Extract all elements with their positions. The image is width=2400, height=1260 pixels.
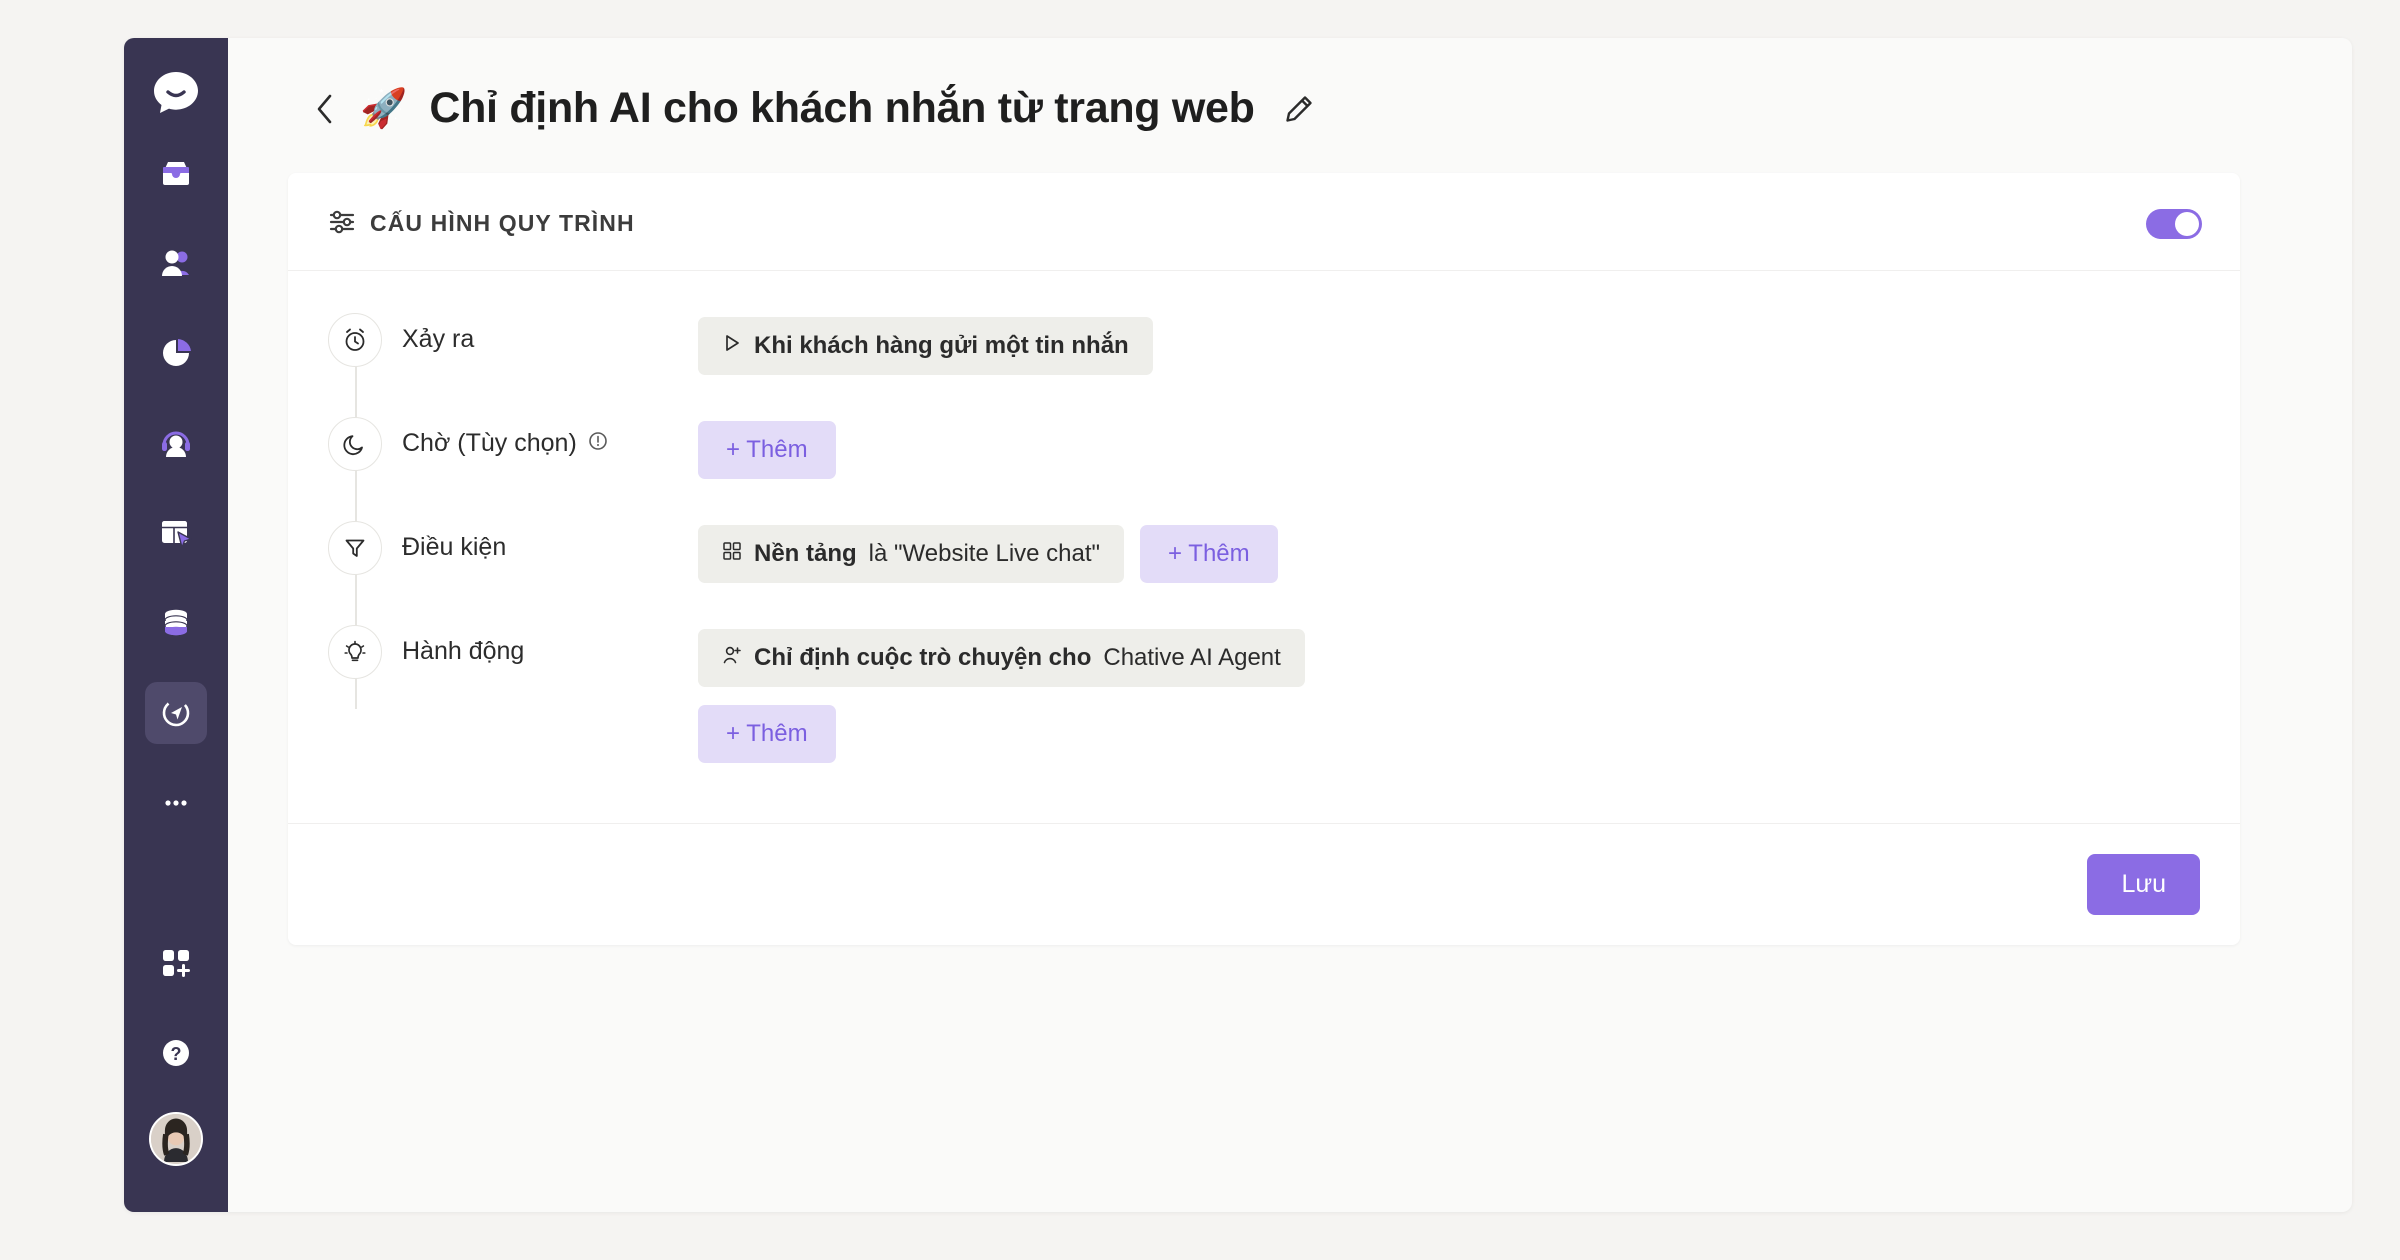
step-trigger: Xảy ra Khi khách hàng gửi một tin nhắn <box>328 313 2200 375</box>
step-content-action: Chỉ định cuộc trò chuyện cho Chative AI … <box>698 629 1305 763</box>
step-action: Hành động Chỉ định cuộc trò chuyện cho C… <box>328 625 2200 763</box>
sidebar-item-inbox[interactable] <box>145 142 207 204</box>
action-chip-label: Chỉ định cuộc trò chuyện cho <box>754 644 1092 671</box>
step-label-condition: Điều kiện <box>402 533 507 561</box>
user-plus-icon <box>722 644 742 672</box>
alarm-clock-icon <box>328 313 382 367</box>
sliders-icon <box>328 207 356 240</box>
workflow-steps: Xảy ra Khi khách hàng gửi một tin nhắn C… <box>328 313 2200 763</box>
sidebar-item-data[interactable] <box>145 592 207 654</box>
sidebar-item-agents[interactable] <box>145 412 207 474</box>
user-avatar[interactable] <box>149 1112 203 1166</box>
step-condition: Điều kiện Nền tảng là "Website Live chat… <box>328 521 2200 583</box>
toggle-knob <box>2175 211 2199 236</box>
sidebar: ? <box>124 38 228 1212</box>
add-condition-button[interactable]: + Thêm <box>1140 525 1278 583</box>
main-content: 🚀 Chỉ định AI cho khách nhắn từ trang we… <box>228 38 2352 1212</box>
pencil-edit-icon[interactable] <box>1283 93 1315 125</box>
moon-icon <box>328 417 382 471</box>
step-wait: Chờ (Tùy chọn) + Thêm <box>328 417 2200 479</box>
step-label-trigger: Xảy ra <box>402 325 475 353</box>
sidebar-item-more[interactable] <box>145 772 207 834</box>
filter-funnel-icon <box>328 521 382 575</box>
action-chip-value: Chative AI Agent <box>1103 644 1281 671</box>
sidebar-item-help[interactable]: ? <box>145 1022 207 1084</box>
sidebar-item-channels[interactable] <box>145 502 207 564</box>
chevron-left-icon[interactable] <box>312 92 338 126</box>
section-title: CẤU HÌNH QUY TRÌNH <box>370 210 635 236</box>
condition-chip-value: là "Website Live chat" <box>868 540 1101 567</box>
card-footer: Lưu <box>288 823 2240 945</box>
workflow-card: CẤU HÌNH QUY TRÌNH Xảy ra Khi khách hàng… <box>288 173 2240 945</box>
app-window: ? 🚀 Chỉ định AI cho khách nhắn từ trang … <box>124 38 2352 1212</box>
rocket-emoji: 🚀 <box>360 87 408 130</box>
sidebar-nav <box>145 142 207 772</box>
step-content-condition: Nền tảng là "Website Live chat" + Thêm <box>698 525 1278 583</box>
sidebar-item-automation[interactable] <box>145 682 207 744</box>
chat-bubble-logo[interactable] <box>148 64 204 120</box>
lightbulb-icon <box>328 625 382 679</box>
add-wait-button[interactable]: + Thêm <box>698 421 836 479</box>
page-title: Chỉ định AI cho khách nhắn từ trang web <box>429 84 1255 132</box>
add-action-button[interactable]: + Thêm <box>698 705 836 763</box>
svg-text:?: ? <box>171 1044 182 1064</box>
sidebar-item-reports[interactable] <box>145 322 207 384</box>
info-circle-icon[interactable] <box>588 429 608 458</box>
condition-chip[interactable]: Nền tảng là "Website Live chat" <box>698 525 1125 583</box>
step-label-wait: Chờ (Tùy chọn) <box>402 429 698 458</box>
action-chip[interactable]: Chỉ định cuộc trò chuyện cho Chative AI … <box>698 629 1305 687</box>
play-triangle-icon <box>722 332 742 360</box>
sidebar-item-contacts[interactable] <box>145 232 207 294</box>
step-content-wait: + Thêm <box>698 421 836 479</box>
page-header: 🚀 Chỉ định AI cho khách nhắn từ trang we… <box>286 84 2294 133</box>
card-header: CẤU HÌNH QUY TRÌNH <box>288 173 2240 271</box>
trigger-chip-label: Khi khách hàng gửi một tin nhắn <box>754 332 1129 359</box>
sidebar-item-apps[interactable] <box>145 932 207 994</box>
condition-chip-field: Nền tảng <box>754 540 857 567</box>
trigger-chip[interactable]: Khi khách hàng gửi một tin nhắn <box>698 317 1153 375</box>
workflow-enabled-toggle[interactable] <box>2146 208 2202 239</box>
step-content-trigger: Khi khách hàng gửi một tin nhắn <box>698 317 1153 375</box>
save-button[interactable]: Lưu <box>2087 854 2200 915</box>
step-label-action: Hành động <box>402 637 525 665</box>
grid-squares-icon <box>722 540 742 568</box>
card-body: Xảy ra Khi khách hàng gửi một tin nhắn C… <box>288 271 2240 823</box>
